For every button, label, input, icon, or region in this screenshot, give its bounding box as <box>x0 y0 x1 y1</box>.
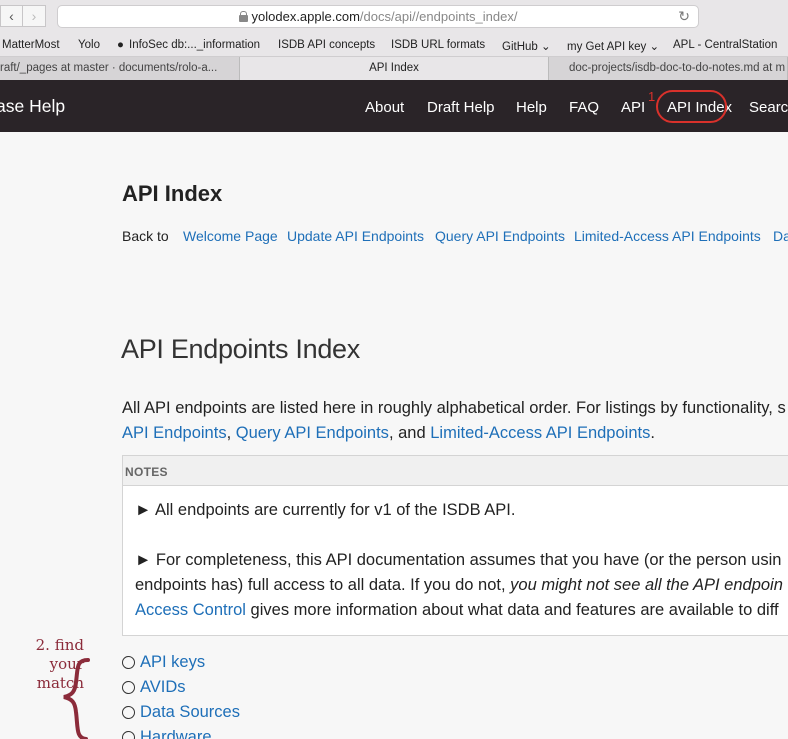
site-brand[interactable]: ase Help <box>0 96 65 117</box>
curly-brace-icon <box>63 658 90 739</box>
link-hardware[interactable]: Hardware <box>140 725 212 739</box>
tab[interactable]: raft/_pages at master · documents/rolo-a… <box>0 57 240 80</box>
chevron-right-icon: › <box>31 8 37 24</box>
list-item: Hardware <box>122 725 240 739</box>
intro-paragraph: All API endpoints are listed here in rou… <box>122 396 788 446</box>
intro-sep: , <box>226 424 236 442</box>
radio-circle-icon <box>122 731 135 739</box>
back-to-row: Back to Welcome Page Update API Endpoint… <box>122 228 788 244</box>
intro-end: . <box>650 424 655 442</box>
forward-button[interactable]: › <box>23 5 46 27</box>
bookmark-folder[interactable]: GitHub ⌄ <box>502 39 551 53</box>
annotation-circle <box>656 90 727 123</box>
link-api-endpoints[interactable]: API Endpoints <box>122 424 227 442</box>
bookmarks-bar: MatterMost Yolo ● InfoSec db:..._informa… <box>0 34 788 57</box>
chevron-down-icon: ⌄ <box>541 41 551 53</box>
link-limited-access-inline[interactable]: Limited-Access API Endpoints <box>430 424 650 442</box>
nav-api[interactable]: API <box>621 99 645 116</box>
intro-links-line: API Endpoints, Query API Endpoints, and … <box>122 421 788 446</box>
bookmark-item[interactable]: MatterMost <box>2 39 60 51</box>
link-avids[interactable]: AVIDs <box>140 675 186 700</box>
nav-buttons: ‹ › <box>0 5 46 27</box>
link-limited-access-api-endpoints[interactable]: Limited-Access API Endpoints <box>574 228 761 244</box>
note-item: ► For completeness, this API documentati… <box>135 551 782 569</box>
bookmark-item[interactable]: InfoSec db:..._information <box>129 39 260 51</box>
link-welcome-page[interactable]: Welcome Page <box>183 228 278 244</box>
link-api-keys[interactable]: API keys <box>140 650 205 675</box>
browser-toolbar: ‹ › yolodex.apple.com/docs/api//endpoint… <box>0 0 788 34</box>
link-query-api-endpoints-inline[interactable]: Query API Endpoints <box>236 424 389 442</box>
link-data-sources[interactable]: Data Sources <box>140 700 240 725</box>
nav-faq[interactable]: FAQ <box>569 99 599 116</box>
list-item: AVIDs <box>122 675 240 700</box>
link-da[interactable]: Da <box>773 228 788 244</box>
site-navbar: ase Help About Draft Help Help FAQ API A… <box>0 80 788 132</box>
radio-circle-icon <box>122 681 135 694</box>
address-bar[interactable]: yolodex.apple.com/docs/api//endpoints_in… <box>57 5 699 28</box>
reload-icon[interactable]: ↻ <box>678 8 690 25</box>
bookmark-item[interactable]: ISDB URL formats <box>391 39 485 51</box>
note-italic: you might not see all the API endpoin <box>510 576 783 594</box>
note-item: endpoints has) full access to all data. … <box>135 573 783 598</box>
page-title: API Index <box>122 181 223 206</box>
intro-sep: , and <box>388 424 431 442</box>
bookmark-item[interactable]: APL - CentralStation <box>673 39 777 51</box>
bookmark-folder[interactable]: my Get API key ⌄ <box>567 39 659 53</box>
note-item: Access Control gives more information ab… <box>135 598 783 623</box>
annotation-number-1: 1 <box>648 89 656 104</box>
link-update-api-endpoints[interactable]: Update API Endpoints <box>287 228 424 244</box>
bookmark-label: my Get API key <box>567 41 647 53</box>
tab[interactable]: doc-projects/isdb-doc-to-do-notes.md at … <box>549 57 788 80</box>
notes-body: ► All endpoints are currently for v1 of … <box>135 498 783 623</box>
bookmark-item[interactable]: Yolo <box>78 39 100 51</box>
bookmark-label: GitHub <box>502 41 538 53</box>
list-item: API keys <box>122 650 240 675</box>
nav-help[interactable]: Help <box>516 99 547 116</box>
nav-draft-help[interactable]: Draft Help <box>427 99 495 116</box>
link-access-control[interactable]: Access Control <box>135 601 246 619</box>
url-host: yolodex.apple.com <box>251 9 360 24</box>
tab-bar: raft/_pages at master · documents/rolo-a… <box>0 57 788 80</box>
intro-line: All API endpoints are listed here in rou… <box>122 399 786 417</box>
url-path: /docs/api//endpoints_index/ <box>359 9 518 24</box>
chevron-down-icon: ⌄ <box>649 41 660 53</box>
lock-icon <box>238 11 248 22</box>
back-button[interactable]: ‹ <box>0 5 23 27</box>
radio-circle-icon <box>122 656 135 669</box>
nav-search[interactable]: Search <box>749 99 788 116</box>
nav-about[interactable]: About <box>365 99 404 116</box>
radio-circle-icon <box>122 706 135 719</box>
notes-header: NOTES <box>123 456 788 486</box>
bookmark-item[interactable]: ISDB API concepts <box>278 39 375 51</box>
endpoint-list: API keys AVIDs Data Sources Hardware <box>122 650 240 739</box>
note-text: gives more information about what data a… <box>245 601 779 619</box>
note-item: ► All endpoints are currently for v1 of … <box>135 501 516 519</box>
note-text: endpoints has) full access to all data. … <box>135 576 511 594</box>
tab-active[interactable]: API Index <box>240 57 549 80</box>
notes-box: NOTES ► All endpoints are currently for … <box>122 455 788 636</box>
back-to-label: Back to <box>122 228 169 244</box>
chevron-left-icon: ‹ <box>9 8 14 24</box>
link-query-api-endpoints[interactable]: Query API Endpoints <box>435 228 565 244</box>
bookmark-apple-icon: ● <box>117 39 124 51</box>
section-title: API Endpoints Index <box>121 334 360 364</box>
list-item: Data Sources <box>122 700 240 725</box>
